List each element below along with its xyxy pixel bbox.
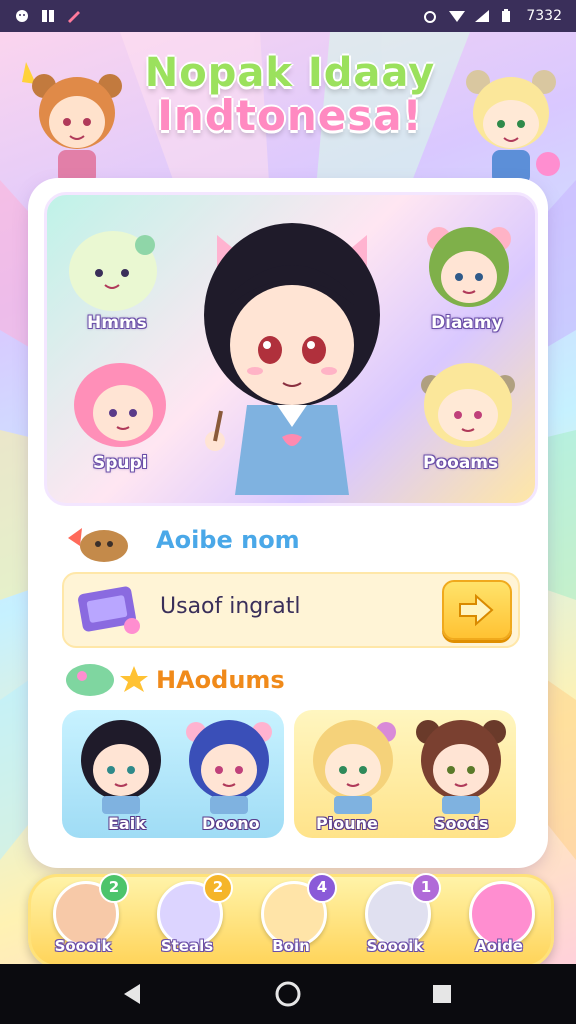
- tab-5-label: Aoide: [475, 937, 523, 955]
- tab-1-badge: 2: [99, 873, 129, 903]
- main-card: Hmms Diaamy Spupi Pooams Aoibe nom Usaof…: [32, 182, 544, 864]
- clock-time: 7332: [526, 8, 562, 24]
- title-line-1: Nopak Idaay: [144, 50, 436, 96]
- battery-icon: [500, 9, 516, 23]
- char-label-spupi: Spupi: [93, 453, 148, 473]
- status-bar: 7332: [0, 0, 576, 32]
- member-soods[interactable]: [408, 714, 514, 814]
- mascot-left: [22, 58, 132, 202]
- character-hmms[interactable]: [65, 225, 165, 315]
- member-doono[interactable]: [176, 714, 282, 814]
- character-diaamy[interactable]: [419, 217, 519, 317]
- alarm-icon: [422, 9, 438, 23]
- tab-2[interactable]: 2 Steals: [147, 873, 233, 963]
- char-label-diaamy: Diaamy: [431, 313, 503, 333]
- member-label-pioune: Pioune: [316, 814, 378, 833]
- tab-1-label: Soooik: [54, 937, 112, 955]
- arrow-right-icon: [459, 593, 494, 627]
- section-title-2: HAodums: [156, 666, 285, 694]
- bottom-tab-bar: 2 Soooik 2 Steals 4 Boin 1 Soooik Aoide: [28, 873, 554, 968]
- tab-3[interactable]: 4 Boin: [251, 873, 337, 963]
- tab-2-label: Steals: [160, 937, 214, 955]
- section-title-1: Aoibe nom: [156, 526, 300, 554]
- tab-1[interactable]: 2 Soooik: [43, 873, 129, 963]
- tab-4[interactable]: 1 Soooik: [355, 873, 441, 963]
- title-line-2: Indtonesa!: [157, 91, 423, 140]
- slime-icon: [66, 664, 148, 696]
- tab-5[interactable]: Aoide: [459, 879, 539, 963]
- character-pooams[interactable]: [413, 355, 523, 455]
- android-nav-bar: [0, 964, 576, 1024]
- game-title: Nopak Idaay Indtonesa!: [130, 52, 450, 138]
- tab-4-badge: 1: [411, 873, 441, 903]
- sim-icon: [40, 9, 56, 23]
- team-panel-left: Eaik Doono: [62, 710, 284, 838]
- tab-3-badge: 4: [307, 873, 337, 903]
- team-panel-right: Pioune Soods: [294, 710, 516, 838]
- tab-4-label: Soooik: [366, 937, 424, 955]
- tab-2-badge: 2: [203, 873, 233, 903]
- mascot-right: [456, 58, 566, 202]
- char-label-hmms: Hmms: [87, 313, 147, 333]
- cookie-icon: [68, 528, 128, 562]
- tab-3-label: Boin: [272, 937, 310, 955]
- member-eaik[interactable]: [68, 714, 174, 814]
- go-button[interactable]: [442, 580, 512, 640]
- char-label-pooams: Pooams: [423, 453, 499, 473]
- hero-panel: Hmms Diaamy Spupi Pooams: [44, 192, 538, 506]
- face-icon: [14, 9, 30, 23]
- ticket-icon: [78, 586, 140, 634]
- search-input-row[interactable]: Usaof ingratl: [62, 572, 520, 648]
- search-input[interactable]: Usaof ingratl: [160, 594, 301, 619]
- member-label-doono: Doono: [202, 814, 260, 833]
- main-character[interactable]: [177, 205, 407, 505]
- character-spupi[interactable]: [65, 355, 175, 455]
- member-label-soods: Soods: [434, 814, 489, 833]
- wifi-icon: [448, 9, 466, 23]
- member-label-eaik: Eaik: [108, 814, 146, 833]
- member-pioune[interactable]: [300, 714, 406, 814]
- recents-icon[interactable]: [428, 980, 456, 1008]
- back-icon[interactable]: [118, 980, 146, 1008]
- signal-icon: [474, 9, 490, 23]
- pencil-icon: [66, 9, 82, 23]
- home-icon[interactable]: [274, 980, 302, 1008]
